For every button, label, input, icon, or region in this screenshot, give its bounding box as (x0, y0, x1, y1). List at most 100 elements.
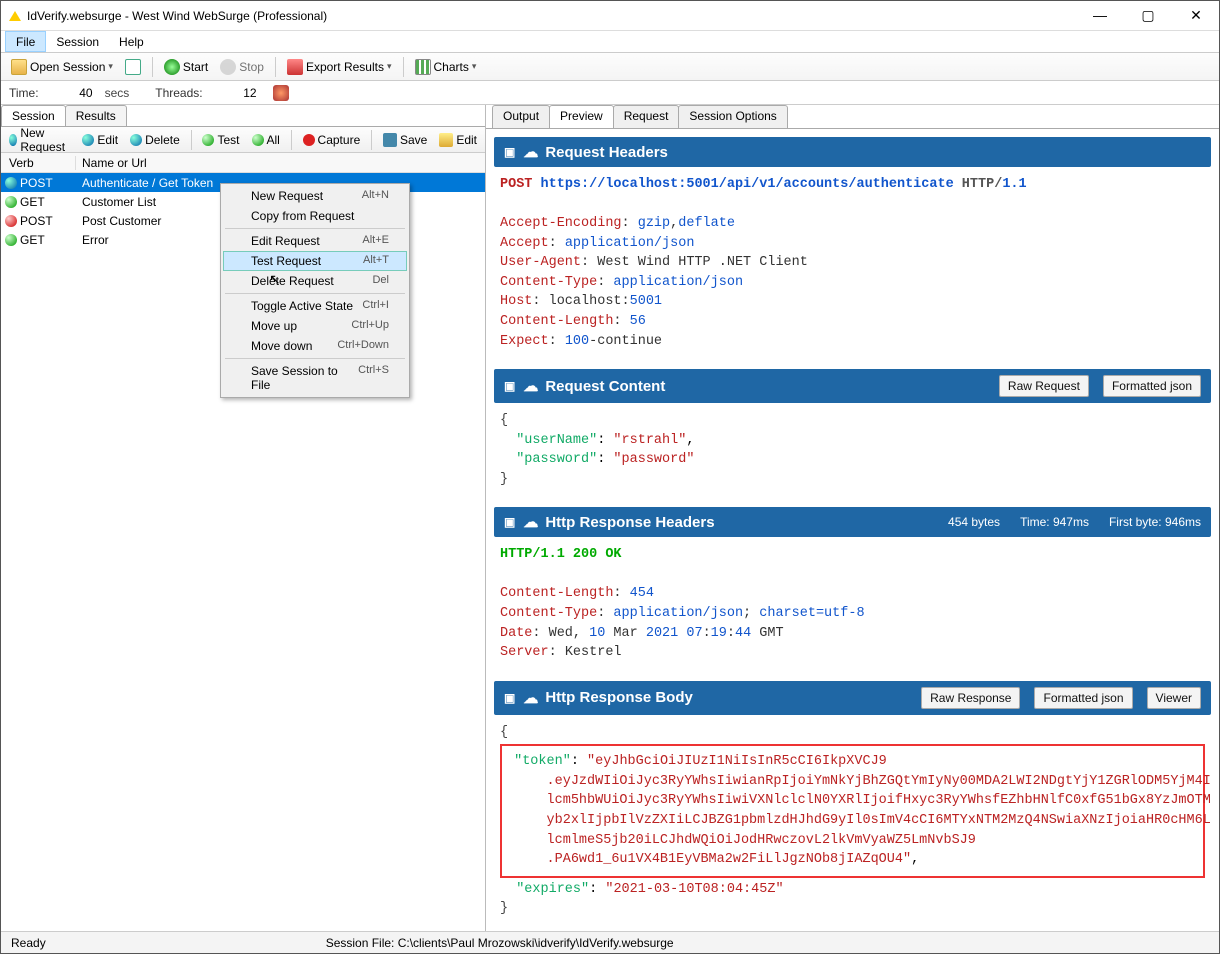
folder-icon (11, 59, 27, 75)
play-icon (164, 59, 180, 75)
viewer-button[interactable]: Viewer (1147, 687, 1201, 709)
formatted-json-button[interactable]: Formatted json (1103, 375, 1201, 397)
cloud-download-icon: ☁ (523, 143, 537, 161)
titlebar: IdVerify.websurge - West Wind WebSurge (… (1, 1, 1219, 31)
globe-icon (5, 196, 17, 208)
charts-button[interactable]: Charts▾ (411, 57, 481, 77)
edit-file-button[interactable]: Edit (435, 131, 481, 149)
collapse-icon[interactable]: ▣ (504, 145, 515, 159)
globe-icon (130, 134, 142, 146)
tab-session-options[interactable]: Session Options (678, 105, 787, 128)
raw-request-button[interactable]: Raw Request (999, 375, 1089, 397)
ctx-test-request[interactable]: Test RequestAlt+T (223, 251, 407, 271)
open-session-label: Open Session (30, 60, 105, 74)
section-title: Request Content (545, 378, 665, 395)
globe-icon (5, 234, 17, 246)
separator (225, 358, 405, 359)
app-icon (9, 11, 21, 21)
ctx-save-session[interactable]: Save Session to FileCtrl+S (223, 361, 407, 395)
ctx-delete-request[interactable]: Delete RequestDel (223, 271, 407, 291)
ctx-toggle-active[interactable]: Toggle Active StateCtrl+I (223, 296, 407, 316)
separator (275, 57, 276, 77)
recent-button[interactable] (121, 57, 145, 77)
right-tabs: Output Preview Request Session Options (486, 105, 1219, 129)
menu-session[interactable]: Session (46, 31, 109, 52)
threads-label: Threads: (155, 86, 202, 100)
globe-icon (5, 215, 17, 227)
maximize-button[interactable]: ▢ (1133, 7, 1163, 24)
ctx-edit-request[interactable]: Edit RequestAlt+E (223, 231, 407, 251)
section-request-headers: ▣ ☁ Request Headers (494, 137, 1211, 167)
col-name[interactable]: Name or Url (76, 156, 485, 170)
formatted-json-button[interactable]: Formatted json (1034, 687, 1132, 709)
gear-icon[interactable] (273, 85, 289, 101)
response-body-code: { "token": "eyJhbGciOiJIUzI1NiIsInR5cCI6… (494, 715, 1211, 929)
new-request-button[interactable]: New Request (5, 124, 74, 156)
start-button[interactable]: Start (160, 57, 212, 77)
request-headers-code: POST https://localhost:5001/api/v1/accou… (494, 167, 1211, 361)
edit-button[interactable]: Edit (78, 131, 122, 149)
capture-button[interactable]: Capture (299, 131, 365, 149)
main-split: Session Results New Request Edit Delete … (1, 105, 1219, 931)
tab-request[interactable]: Request (613, 105, 680, 128)
collapse-icon[interactable]: ▣ (504, 379, 515, 393)
tab-output[interactable]: Output (492, 105, 550, 128)
save-label: Save (400, 133, 427, 147)
edit-file-label: Edit (456, 133, 477, 147)
tab-preview[interactable]: Preview (549, 105, 614, 128)
time-meta: Time: 947ms (1020, 515, 1089, 529)
chevron-down-icon: ▾ (472, 61, 477, 72)
close-button[interactable]: ✕ (1181, 7, 1211, 24)
list-header: Verb Name or Url (1, 153, 485, 173)
preview-content[interactable]: ▣ ☁ Request Headers POST https://localho… (486, 129, 1219, 931)
menu-file[interactable]: File (5, 31, 46, 52)
save-icon (383, 133, 397, 147)
globe-icon (252, 134, 264, 146)
export-results-label: Export Results (306, 60, 384, 74)
start-label: Start (183, 60, 208, 74)
verb-cell: GET (20, 195, 45, 209)
threads-value[interactable]: 12 (211, 86, 261, 100)
open-session-button[interactable]: Open Session ▾ (7, 57, 117, 77)
delete-label: Delete (145, 133, 180, 147)
menu-help[interactable]: Help (109, 31, 154, 52)
raw-response-button[interactable]: Raw Response (921, 687, 1020, 709)
stop-button[interactable]: Stop (216, 57, 268, 77)
session-toolbar: New Request Edit Delete Test All Capture… (1, 127, 485, 153)
bytes-meta: 454 bytes (948, 515, 1000, 529)
status-ready: Ready (11, 936, 46, 950)
ctx-new-request[interactable]: New RequestAlt+N (223, 186, 407, 206)
time-value[interactable]: 40 (47, 86, 97, 100)
record-icon (303, 134, 315, 146)
time-unit: secs (105, 86, 130, 100)
ctx-copy-from-request[interactable]: Copy from Request (223, 206, 407, 226)
section-title: Http Response Headers (545, 514, 714, 531)
separator (191, 130, 192, 150)
test-button[interactable]: Test (198, 131, 243, 149)
window-buttons: — ▢ ✕ (1085, 7, 1211, 24)
status-session-file: Session File: C:\clients\Paul Mrozowski\… (326, 936, 674, 950)
request-list[interactable]: POST Authenticate / Get Token GET Custom… (1, 173, 485, 931)
cloud-download-icon: ☁ (523, 377, 537, 395)
charts-label: Charts (434, 60, 469, 74)
all-button[interactable]: All (248, 131, 284, 149)
stop-icon (220, 59, 236, 75)
separator (371, 130, 372, 150)
export-results-button[interactable]: Export Results▾ (283, 57, 396, 77)
ctx-move-up[interactable]: Move upCtrl+Up (223, 316, 407, 336)
collapse-icon[interactable]: ▣ (504, 691, 515, 705)
save-button[interactable]: Save (379, 131, 431, 149)
minimize-button[interactable]: — (1085, 7, 1115, 24)
col-verb[interactable]: Verb (1, 156, 76, 170)
section-response-headers: ▣ ☁ Http Response Headers 454 bytes Time… (494, 507, 1211, 537)
collapse-icon[interactable]: ▣ (504, 515, 515, 529)
separator (152, 57, 153, 77)
menubar: File Session Help (1, 31, 1219, 53)
ctx-move-down[interactable]: Move downCtrl+Down (223, 336, 407, 356)
separator (291, 130, 292, 150)
capture-label: Capture (318, 133, 361, 147)
edit-label: Edit (97, 133, 118, 147)
params-bar: Time: 40 secs Threads: 12 (1, 81, 1219, 105)
delete-button[interactable]: Delete (126, 131, 184, 149)
globe-icon (9, 134, 17, 146)
